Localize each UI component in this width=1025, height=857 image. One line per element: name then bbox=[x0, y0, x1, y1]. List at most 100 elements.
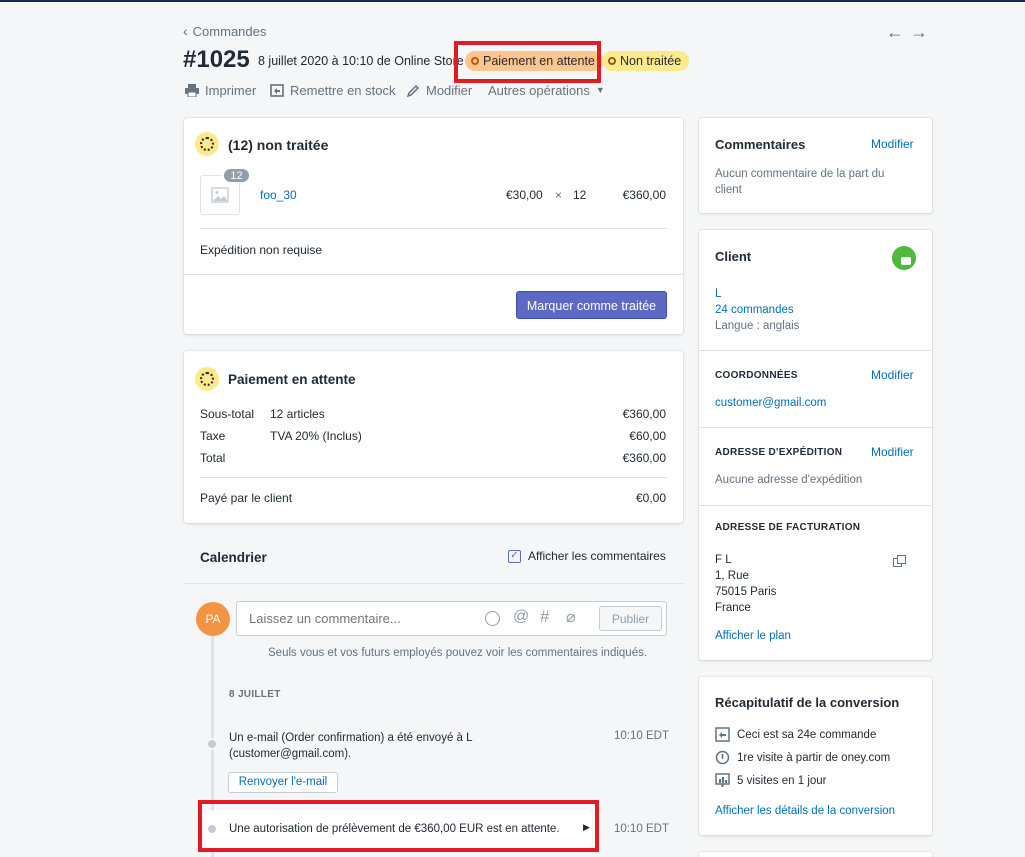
comment-input[interactable] bbox=[237, 602, 477, 635]
unit-price: €30,00 bbox=[506, 188, 543, 202]
order-meta: 8 juillet 2020 à 10:10 de Online Store bbox=[258, 54, 464, 68]
timeline-event-dot bbox=[206, 738, 218, 750]
fulfillment-title: (12) non traitée bbox=[228, 137, 329, 153]
customer-email-link[interactable]: customer@gmail.com bbox=[715, 397, 826, 409]
emoji-icon[interactable] bbox=[485, 611, 500, 626]
divider bbox=[200, 477, 667, 478]
shipping-title: ADRESSE D'EXPÉDITION bbox=[715, 447, 843, 458]
restock-button[interactable]: Remettre en stock bbox=[270, 80, 396, 100]
timeline-title: Calendrier bbox=[200, 550, 267, 565]
conversion-item: Ceci est sa 24e commande bbox=[715, 727, 876, 742]
total-label: Total bbox=[200, 451, 226, 465]
divider bbox=[184, 583, 683, 584]
status-dot-icon bbox=[608, 57, 616, 65]
timeline-date-header: 8 JUILLET bbox=[229, 689, 281, 700]
restock-icon bbox=[270, 83, 284, 97]
timeline-event-dot bbox=[206, 823, 218, 835]
subtotal-amount: €360,00 bbox=[622, 407, 666, 421]
resend-email-button[interactable]: Renvoyer l'e-mail bbox=[228, 772, 338, 793]
payment-status-badge: Paiement en attente bbox=[465, 51, 603, 71]
email-event-time: 10:10 EDT bbox=[614, 730, 669, 742]
comments-edit-link[interactable]: Modifier bbox=[871, 137, 914, 151]
total-amount: €360,00 bbox=[622, 451, 666, 465]
subtotal-detail: 12 articles bbox=[270, 407, 325, 421]
payment-title: Paiement en attente bbox=[228, 372, 356, 387]
fulfillment-card: (12) non traitée 12 foo_30 €30,00 × 12 €… bbox=[184, 118, 683, 334]
image-placeholder-icon bbox=[211, 187, 229, 203]
customer-avatar bbox=[892, 246, 916, 270]
fulfillment-status-badge: Non traitée bbox=[602, 51, 690, 71]
divider bbox=[184, 274, 683, 275]
shipping-note: Expédition non requise bbox=[200, 243, 323, 257]
product-link[interactable]: foo_30 bbox=[260, 188, 297, 202]
contact-edit-link[interactable]: Modifier bbox=[871, 368, 914, 382]
comments-empty-text: Aucun commentaire de la part du client bbox=[715, 168, 885, 196]
pending-status-icon bbox=[195, 367, 219, 391]
comments-title: Commentaires bbox=[715, 137, 806, 152]
client-title: Client bbox=[715, 249, 752, 264]
pencil-icon bbox=[407, 84, 420, 97]
caret-right-icon[interactable]: ▶ bbox=[583, 822, 590, 833]
comments-card: Commentaires Modifier Aucun commentaire … bbox=[699, 118, 932, 213]
hashtag-icon[interactable]: # bbox=[540, 607, 549, 627]
quantity-badge: 12 bbox=[223, 168, 250, 183]
print-button[interactable]: Imprimer bbox=[185, 80, 256, 100]
divider bbox=[200, 228, 667, 229]
checkbox-checked-icon[interactable]: ✓ bbox=[508, 549, 521, 563]
divider bbox=[699, 350, 932, 351]
authorization-event-text[interactable]: Une autorisation de prélèvement de €360,… bbox=[229, 823, 560, 835]
view-map-link[interactable]: Afficher le plan bbox=[715, 630, 791, 642]
back-to-orders-link[interactable]: ‹ Commandes bbox=[183, 23, 266, 39]
order-history-icon bbox=[715, 727, 730, 742]
more-actions-dropdown[interactable]: Autres opérations ▼ bbox=[488, 80, 605, 100]
shipping-edit-link[interactable]: Modifier bbox=[871, 445, 914, 459]
comment-note: Seuls vous et vos futurs employés pouvez… bbox=[268, 647, 648, 659]
conversion-item: 1re visite à partir de oney.com bbox=[715, 750, 890, 765]
divider bbox=[699, 505, 932, 506]
comment-box: @ # ⌀ Publier bbox=[236, 601, 667, 636]
subtotal-label: Sous-total bbox=[200, 407, 255, 421]
caret-down-icon: ▼ bbox=[595, 85, 605, 95]
tax-detail: TVA 20% (Inclus) bbox=[270, 429, 362, 443]
conversion-details-link[interactable]: Afficher les détails de la conversion bbox=[715, 805, 895, 817]
billing-title: ADRESSE DE FACTURATION bbox=[715, 522, 861, 533]
top-accent-line bbox=[0, 0, 1025, 2]
billing-address: F L 1, Rue 75015 Paris France bbox=[715, 554, 777, 614]
publish-button[interactable]: Publier bbox=[599, 606, 662, 631]
unfulfilled-status-icon bbox=[195, 132, 219, 156]
client-card: Client L 24 commandes Langue : anglais C… bbox=[699, 230, 932, 660]
nav-prev-icon[interactable]: ← bbox=[886, 22, 904, 43]
times-sign: × bbox=[555, 188, 563, 202]
conversion-card: Récapitulatif de la conversion Ceci est … bbox=[699, 677, 932, 835]
visits-chart-icon bbox=[715, 773, 730, 787]
tax-label: Taxe bbox=[200, 429, 226, 443]
paid-label: Payé par le client bbox=[200, 491, 293, 505]
authorization-event-time: 10:10 EDT bbox=[614, 823, 669, 835]
email-event-text: Un e-mail (Order confirmation) a été env… bbox=[229, 732, 473, 760]
mention-icon[interactable]: @ bbox=[513, 608, 529, 626]
contact-title: COORDONNÉES bbox=[715, 370, 798, 381]
avatar: PA bbox=[196, 602, 230, 636]
customer-name-link[interactable]: L bbox=[715, 288, 721, 300]
status-dot-icon bbox=[471, 57, 479, 65]
conversion-title: Récapitulatif de la conversion bbox=[715, 695, 900, 710]
next-card-partial bbox=[699, 852, 932, 857]
nav-next-icon[interactable]: → bbox=[910, 22, 928, 43]
customer-orders-link[interactable]: 24 commandes bbox=[715, 304, 794, 316]
show-comments-toggle[interactable]: ✓ Afficher les commentaires bbox=[508, 549, 666, 563]
paid-amount: €0,00 bbox=[635, 491, 666, 505]
line-total: €360,00 bbox=[622, 188, 666, 202]
tax-amount: €60,00 bbox=[629, 429, 666, 443]
edit-button[interactable]: Modifier bbox=[407, 80, 472, 100]
page-title: #1025 bbox=[183, 46, 250, 73]
mark-fulfilled-button[interactable]: Marquer comme traitée bbox=[516, 291, 667, 319]
shipping-empty-text: Aucune adresse d'expédition bbox=[715, 474, 863, 486]
customer-language: Langue : anglais bbox=[715, 320, 800, 332]
payment-card: Paiement en attente Sous-total 12 articl… bbox=[184, 351, 683, 523]
chevron-left-icon: ‹ bbox=[183, 23, 188, 39]
printer-icon bbox=[185, 83, 199, 97]
copy-address-icon[interactable] bbox=[893, 555, 906, 568]
conversion-item: 5 visites en 1 jour bbox=[715, 773, 827, 788]
attachment-icon[interactable]: ⌀ bbox=[566, 607, 576, 627]
first-visit-icon bbox=[715, 750, 730, 765]
